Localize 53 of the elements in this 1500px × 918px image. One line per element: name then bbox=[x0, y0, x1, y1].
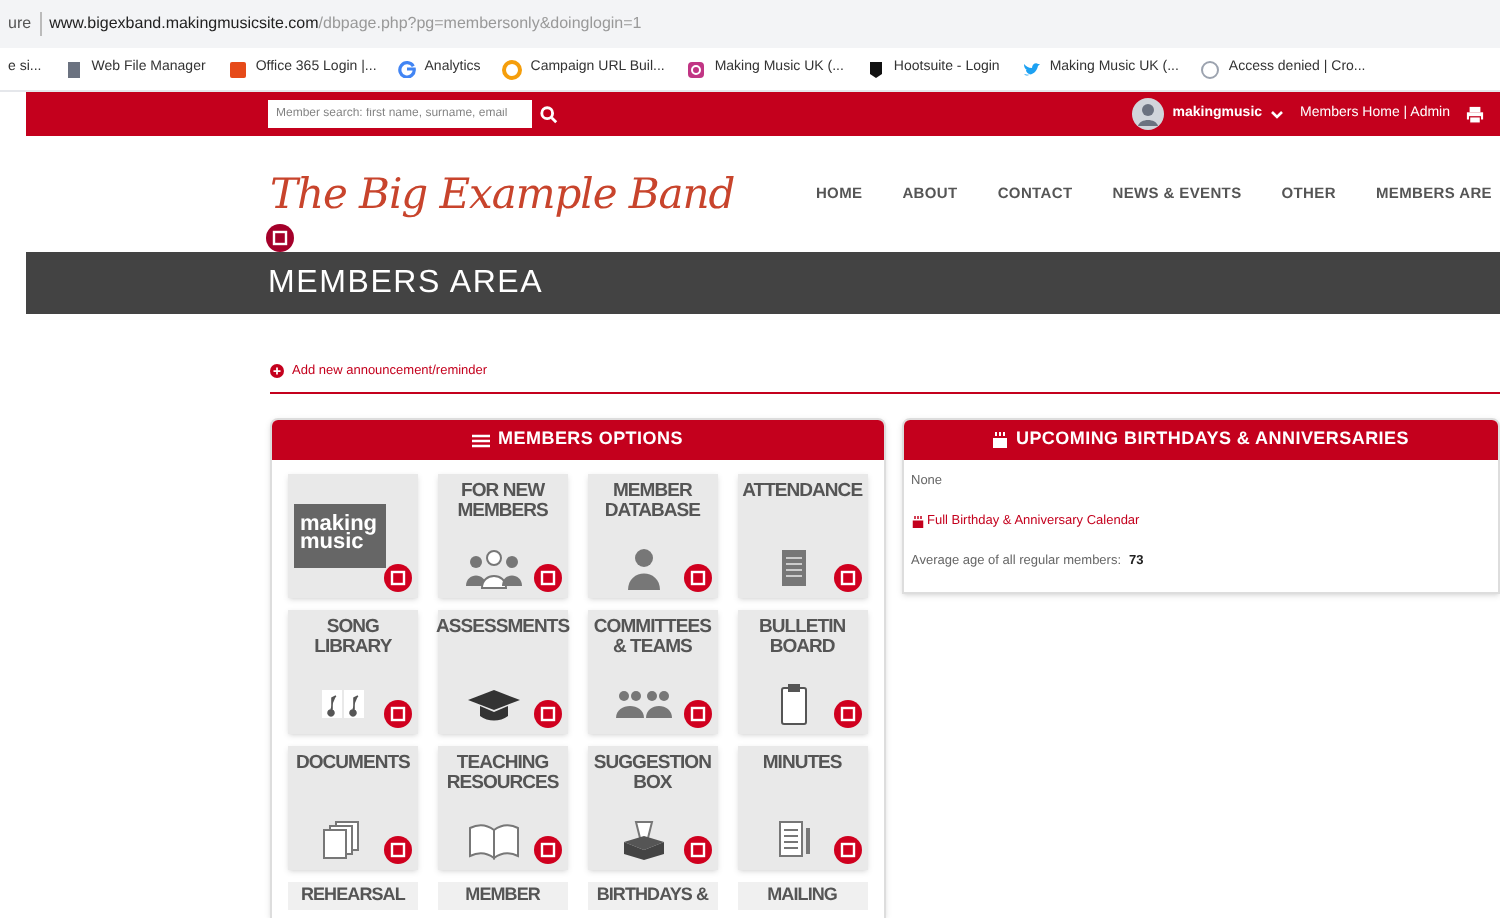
panel-title: UPCOMING BIRTHDAYS & ANNIVERSARIES bbox=[1015, 426, 1409, 453]
office-icon bbox=[227, 59, 248, 79]
circle-icon bbox=[502, 59, 523, 79]
page-title: MEMBERS AREA bbox=[268, 263, 544, 303]
page-icon bbox=[63, 59, 84, 79]
option-tile[interactable]: SUGGESTION BOX bbox=[587, 746, 718, 870]
edit-icon[interactable] bbox=[833, 836, 861, 864]
option-tile[interactable]: ATTENDANCE bbox=[737, 474, 867, 598]
tab-title[interactable]: ure bbox=[8, 12, 32, 36]
cake-icon bbox=[911, 515, 923, 528]
option-tile[interactable]: REHEARSAL bbox=[288, 882, 418, 910]
option-tile[interactable]: MAILING bbox=[737, 882, 867, 910]
cake-icon bbox=[991, 432, 1008, 448]
avatar-icon bbox=[1132, 98, 1165, 130]
menu-icon bbox=[472, 433, 491, 447]
edit-icon[interactable] bbox=[383, 564, 412, 592]
address-field[interactable]: www.bigexband.makingmusicsite.com/dbpage.php?pg=membersonly&doinglogin=1 bbox=[39, 12, 642, 36]
caret-icon[interactable] bbox=[1270, 109, 1285, 119]
option-tile[interactable]: BULLETIN BOARD bbox=[737, 610, 867, 734]
printer-icon[interactable] bbox=[1466, 105, 1484, 123]
option-tile[interactable]: DOCUMENTS bbox=[288, 746, 418, 870]
edit-icon[interactable] bbox=[683, 836, 712, 864]
edit-icon[interactable] bbox=[683, 564, 712, 592]
edit-icon[interactable] bbox=[833, 700, 861, 728]
option-tile[interactable]: BIRTHDAYS & bbox=[587, 882, 718, 910]
making-music-logo: making music bbox=[294, 504, 386, 568]
edit-icon[interactable] bbox=[383, 700, 412, 728]
option-tile[interactable]: FOR NEW MEMBERS bbox=[437, 474, 568, 598]
option-tile[interactable]: MINUTES bbox=[737, 746, 867, 870]
camera-icon bbox=[686, 59, 707, 79]
edit-icon[interactable] bbox=[533, 836, 562, 864]
edit-icon[interactable] bbox=[383, 836, 412, 864]
plus-circle-icon[interactable] bbox=[270, 364, 284, 378]
page-icon bbox=[1200, 59, 1221, 79]
option-tile[interactable]: COMMITTEES & TEAMS bbox=[587, 610, 718, 734]
option-tile[interactable]: making music bbox=[288, 474, 418, 598]
option-tile[interactable]: SONG LIBRARY bbox=[288, 610, 418, 734]
edit-icon[interactable] bbox=[533, 700, 562, 728]
panel-title: MEMBERS OPTIONS bbox=[498, 426, 683, 453]
site-logo[interactable]: The Big Example Band bbox=[270, 168, 735, 220]
google-icon bbox=[398, 60, 417, 78]
edit-icon[interactable] bbox=[533, 564, 562, 592]
edit-icon[interactable] bbox=[683, 700, 712, 728]
option-tile[interactable]: ASSESSMENTS bbox=[437, 610, 568, 734]
search-icon[interactable] bbox=[540, 105, 558, 123]
option-tile[interactable]: MEMBER DATABASE bbox=[587, 474, 718, 598]
people-icon bbox=[464, 546, 525, 590]
option-tile[interactable]: TEACHING RESOURCES bbox=[437, 746, 568, 870]
book-icon bbox=[464, 818, 525, 862]
edit-icon[interactable] bbox=[833, 564, 861, 592]
option-tile[interactable]: MEMBER bbox=[437, 882, 568, 910]
bird-icon bbox=[1021, 59, 1042, 79]
edit-icon[interactable] bbox=[266, 224, 294, 252]
